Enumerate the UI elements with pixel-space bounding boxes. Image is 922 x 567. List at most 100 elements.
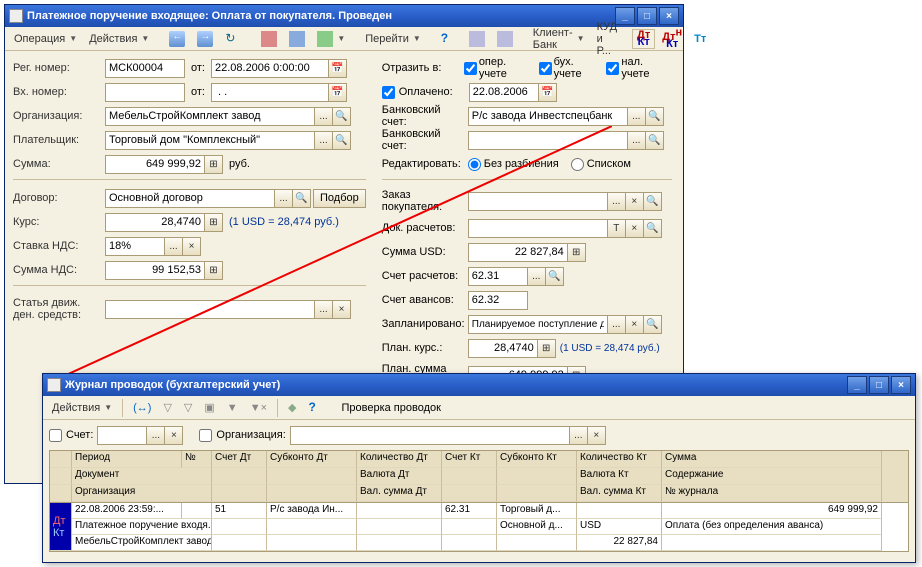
search-icon[interactable]: 🔍 <box>332 107 351 126</box>
contract-input[interactable] <box>105 189 275 208</box>
tool-1[interactable] <box>256 29 282 49</box>
tool-3[interactable]: ▼ <box>312 29 350 49</box>
close-button[interactable]: × <box>891 376 911 394</box>
clear-icon[interactable]: × <box>587 426 606 445</box>
planned-input[interactable] <box>468 315 608 334</box>
clear-icon[interactable]: × <box>182 237 201 256</box>
ellipsis-icon[interactable]: ... <box>627 107 646 126</box>
maximize-button[interactable]: □ <box>869 376 889 394</box>
calculator-icon[interactable]: ⊞ <box>204 213 223 232</box>
maximize-button[interactable]: □ <box>637 7 657 25</box>
acct-filter-checkbox[interactable] <box>49 429 62 442</box>
invnum-input[interactable] <box>105 83 185 102</box>
order-input[interactable] <box>468 192 608 211</box>
tool-4[interactable] <box>464 29 490 49</box>
search-icon[interactable]: 🔍 <box>645 107 664 126</box>
prate-input[interactable] <box>468 339 538 358</box>
search-icon[interactable]: 🔍 <box>545 267 564 286</box>
funnel-x-button[interactable]: ▼× <box>245 398 272 418</box>
docs-input[interactable] <box>468 219 608 238</box>
actions-menu[interactable]: Действия▼ <box>47 398 117 418</box>
ellipsis-icon[interactable]: ... <box>527 267 546 286</box>
acct-filter-input[interactable] <box>97 426 147 445</box>
help-button[interactable] <box>436 29 462 49</box>
nal-checkbox[interactable] <box>606 62 619 75</box>
clientbank-menu[interactable]: Клиент-Банк▼ <box>528 29 590 49</box>
clear-icon[interactable]: × <box>625 315 644 334</box>
org-filter-checkbox[interactable] <box>199 429 212 442</box>
select-button[interactable]: Подбор <box>313 189 366 208</box>
search-icon[interactable]: 🔍 <box>645 131 664 150</box>
search-icon[interactable]: 🔍 <box>643 192 662 211</box>
col-num[interactable]: № <box>182 451 212 468</box>
search-icon[interactable]: 🔍 <box>643 219 662 238</box>
col-sub-kt[interactable]: Субконто Кт <box>497 451 577 468</box>
regnum-input[interactable] <box>105 59 185 78</box>
dtkt-button[interactable]: ДтКт <box>632 29 655 49</box>
tool-x[interactable]: ◆ <box>283 398 301 418</box>
ellipsis-icon[interactable]: ... <box>164 237 183 256</box>
calculator-icon[interactable]: ⊞ <box>537 339 556 358</box>
rate-input[interactable] <box>105 213 205 232</box>
ellipsis-icon[interactable]: ... <box>607 315 626 334</box>
ellipsis-icon[interactable]: ... <box>607 192 626 211</box>
minimize-button[interactable]: _ <box>615 7 635 25</box>
t-icon[interactable]: T <box>607 219 626 238</box>
filter2-button[interactable]: ▽ <box>179 398 197 418</box>
org-filter-input[interactable] <box>290 426 570 445</box>
col-sum[interactable]: Сумма <box>662 451 882 468</box>
bank2-input[interactable] <box>468 131 628 150</box>
search-icon[interactable]: 🔍 <box>643 315 662 334</box>
date-picker-icon[interactable]: 📅 <box>328 59 347 78</box>
table-row[interactable]: ДтКт 22.08.2006 23:59:... 51 Р/с завода … <box>50 503 908 551</box>
edit-single-radio[interactable] <box>468 158 481 171</box>
kudp-button[interactable]: КУД и Р... <box>592 29 622 49</box>
clear-icon[interactable]: × <box>625 192 644 211</box>
operation-menu[interactable]: Операция▼ <box>9 29 82 49</box>
ellipsis-icon[interactable]: ... <box>146 426 165 445</box>
sum-input[interactable] <box>105 155 205 174</box>
payer-input[interactable] <box>105 131 315 150</box>
col-acc-dt[interactable]: Счет Дт <box>212 451 267 468</box>
date-picker-icon[interactable]: 📅 <box>538 83 557 102</box>
funnel-button[interactable]: ▼ <box>222 398 243 418</box>
calculator-icon[interactable]: ⊞ <box>567 243 586 262</box>
minimize-button[interactable]: _ <box>847 376 867 394</box>
col-sub-dt[interactable]: Субконто Дт <box>267 451 357 468</box>
ellipsis-icon[interactable]: ... <box>627 131 646 150</box>
clear-icon[interactable]: × <box>625 219 644 238</box>
nav-button[interactable]: (↔) <box>128 398 156 418</box>
col-acc-kt[interactable]: Счет Кт <box>442 451 497 468</box>
vatsum-input[interactable] <box>105 261 205 280</box>
ellipsis-icon[interactable]: ... <box>569 426 588 445</box>
tool-2[interactable] <box>284 29 310 49</box>
date-picker-icon[interactable]: 📅 <box>328 83 347 102</box>
titlebar[interactable]: Платежное поручение входящее: Оплата от … <box>5 5 683 27</box>
search-icon[interactable]: 🔍 <box>292 189 311 208</box>
col-qty-kt[interactable]: Количество Кт <box>577 451 662 468</box>
check-label[interactable]: Проверка проводок <box>341 402 440 414</box>
ellipsis-icon[interactable]: ... <box>314 131 333 150</box>
tt-button[interactable]: Тт <box>689 29 711 49</box>
refresh-button[interactable] <box>220 29 246 49</box>
invdate-input[interactable] <box>211 83 329 102</box>
help-button[interactable] <box>303 398 329 418</box>
col-qty-dt[interactable]: Количество Дт <box>357 451 442 468</box>
edit-list-radio[interactable] <box>571 158 584 171</box>
calculator-icon[interactable]: ⊞ <box>204 155 223 174</box>
goto-menu[interactable]: Перейти▼ <box>360 29 426 49</box>
vat-input[interactable] <box>105 237 165 256</box>
tool-button[interactable]: ▣ <box>199 398 219 418</box>
cashstat-input[interactable] <box>105 300 315 319</box>
next-button[interactable] <box>192 29 218 49</box>
tool-5[interactable] <box>492 29 518 49</box>
filter-button[interactable]: ▽ <box>158 398 176 418</box>
bukh-checkbox[interactable] <box>539 62 552 75</box>
actions-menu[interactable]: Действия▼ <box>84 29 154 49</box>
clear-icon[interactable]: × <box>164 426 183 445</box>
calculator-icon[interactable]: ⊞ <box>204 261 223 280</box>
col-period[interactable]: Период <box>72 451 182 468</box>
search-icon[interactable]: 🔍 <box>332 131 351 150</box>
titlebar[interactable]: Журнал проводок (бухгалтерский учет) _ □… <box>43 374 915 396</box>
prev-button[interactable] <box>164 29 190 49</box>
